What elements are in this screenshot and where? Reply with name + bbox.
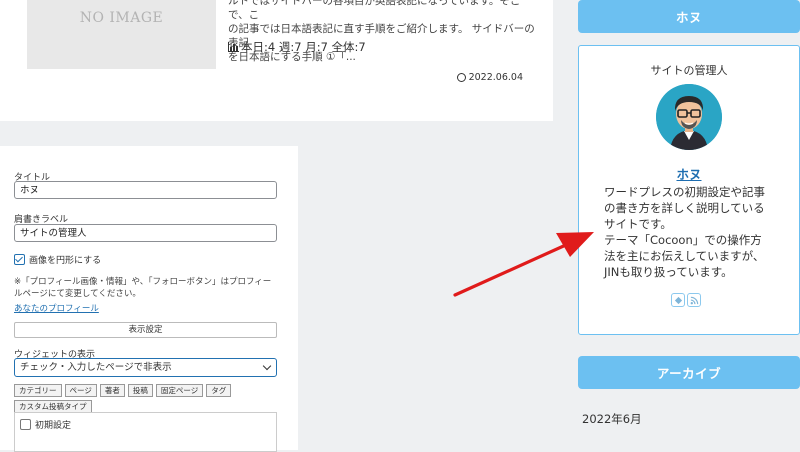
widget-display-value: チェック・入力したページで非表示 [20,362,172,373]
desc-line: の書き方を詳しく説明している [604,201,765,215]
checkbox-icon[interactable] [20,419,31,430]
chevron-down-icon [262,361,272,371]
your-profile-link[interactable]: あなたのプロフィール [14,302,99,314]
profile-title: サイトの管理人 [650,64,728,77]
desc-line: ワードプレスの初期設定や記事 [604,185,765,199]
display-settings-button[interactable]: 表示設定 [14,322,277,338]
bar-chart-icon [228,42,239,52]
desc-line: JINも取り扱っています。 [604,265,733,279]
tab-content-panel: 初期設定 [14,412,277,452]
title-input[interactable]: ホヌ [14,181,277,199]
post-date-text: 2022.06.04 [468,72,523,83]
checkbox-checked-icon[interactable] [14,254,25,265]
widget-display-select[interactable]: チェック・入力したページで非表示 [14,358,277,377]
tab-fixed-page[interactable]: 固定ページ [155,384,204,397]
circle-image-label: 画像を円形にする [29,256,102,266]
profile-widget: サイトの管理人 ホヌ ワードプレスの初期設定や記事 の書き方を詳しく説明している… [578,45,800,335]
post-card[interactable]: NO IMAGE ルトではサイドバーの各項目が英語表記になっています。そこで、こ… [0,0,553,121]
profile-name-link[interactable]: ホヌ [579,164,799,183]
tab-category[interactable]: カテゴリー [14,384,62,397]
category-item-label: 初期設定 [35,421,72,431]
avatar[interactable] [656,84,722,150]
follow-buttons [671,293,701,307]
profile-widget-form: タイトル ホヌ 肩書きラベル サイトの管理人 画像を円形にする ※「プロフィール… [0,146,298,452]
desc-line: サイトです。 [604,217,672,231]
sidebar-header-top: ホヌ [578,0,800,33]
feedly-icon[interactable] [671,293,685,307]
avatar-illustration [656,84,722,150]
profile-note: ※「プロフィール画像・情報」や、「フォローボタン」はプロフィー ルページにて変更… [14,276,284,300]
rss-icon[interactable] [687,293,701,307]
clock-icon [456,73,466,82]
desc-line: テーマ「Cocoon」での操作方 [604,233,762,247]
tab-tag[interactable]: タグ [206,384,232,397]
pageview-text: 本日:4 週:7 月:7 全体:7 [241,40,366,54]
no-image-text: NO IMAGE [79,10,164,26]
profile-description: ワードプレスの初期設定や記事 の書き方を詳しく説明している サイトです。 テーマ… [604,184,784,280]
tab-page[interactable]: ページ [64,384,97,397]
caption-input[interactable]: サイトの管理人 [14,224,277,242]
excerpt-line: ルトではサイドバーの各項目が英語表記になっています。そこで、こ [228,0,521,21]
note-line: ルページにて変更してください。 [14,289,141,299]
category-checkbox-item[interactable]: 初期設定 [20,418,71,431]
pageview-counter: 本日:4 週:7 月:7 全体:7 [228,39,366,55]
note-line: ※「プロフィール画像・情報」や、「フォローボタン」はプロフィー [14,277,272,287]
tab-author[interactable]: 著者 [99,384,125,397]
archive-header: アーカイブ [578,356,800,389]
desc-line: 法を主にお伝えしていますが、 [604,249,765,263]
circle-image-checkbox[interactable]: 画像を円形にする [14,253,101,266]
archive-item-link[interactable]: 2022年6月 [582,411,642,427]
display-condition-tabs: カテゴリー ページ 著者 投稿 固定ページ タグ カスタム投稿タイプ [14,384,279,413]
post-date: 2022.06.04 [456,72,523,83]
post-thumbnail[interactable]: NO IMAGE [27,0,216,69]
tab-post[interactable]: 投稿 [127,384,153,397]
